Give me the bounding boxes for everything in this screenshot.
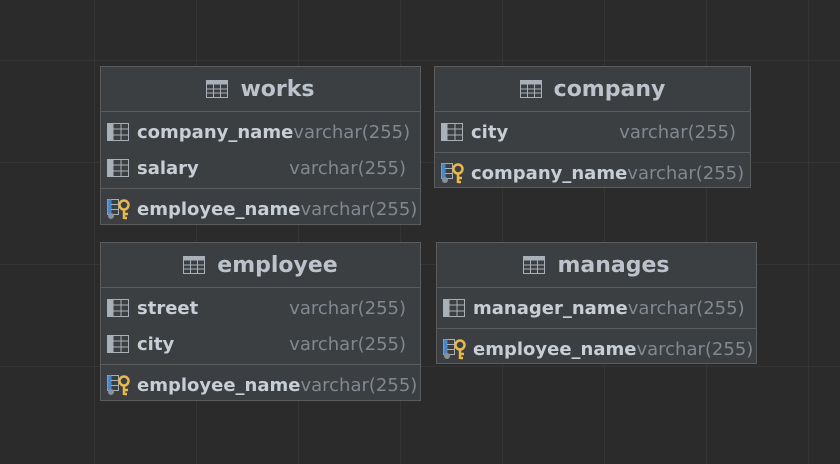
column-name: street [137,297,199,319]
key-column-row[interactable]: employee_name varchar(255) [101,367,420,403]
column-type: varchar(255) [289,297,406,319]
column-name: city [471,121,509,143]
column-type: varchar(255) [627,162,745,184]
table-title: works [240,76,315,102]
table-title: employee [217,252,338,278]
column-type: varchar(255) [289,333,406,355]
employee-table-header[interactable]: employee [101,243,420,288]
key-column-row[interactable]: employee_name varchar(255) [101,191,420,227]
primary-key-column-icon [107,374,133,396]
works-table[interactable]: works company_name varchar(255) salary v… [100,66,421,225]
table-icon [183,256,206,274]
company-table-header[interactable]: company [435,67,750,112]
primary-key-column-icon [441,162,467,184]
column-icon [107,333,133,355]
column-row[interactable]: city varchar(255) [435,114,750,150]
manages-table-header[interactable]: manages [437,243,756,288]
column-name: city [137,333,175,355]
company-table[interactable]: company city varchar(255) company_name v… [434,66,751,188]
column-icon [107,297,133,319]
column-type: varchar(255) [293,121,411,143]
key-column-row[interactable]: company_name varchar(255) [435,155,750,191]
column-icon [441,121,467,143]
column-icon [443,297,469,319]
column-row[interactable]: manager_name varchar(255) [437,290,756,326]
column-row[interactable]: company_name varchar(255) [101,114,420,150]
column-row[interactable]: street varchar(255) [101,290,420,326]
primary-key-column-icon [107,198,133,220]
column-row[interactable]: city varchar(255) [101,326,420,362]
column-type: varchar(255) [300,374,418,396]
column-type: varchar(255) [300,198,418,220]
table-icon [519,80,542,98]
manages-table[interactable]: manages manager_name varchar(255) employ… [436,242,757,364]
column-name: employee_name [137,374,301,396]
column-name: employee_name [137,198,301,220]
table-icon [523,256,546,274]
column-name: employee_name [473,338,637,360]
column-type: varchar(255) [619,121,736,143]
column-type: varchar(255) [289,157,406,179]
employee-table[interactable]: employee street varchar(255) city varcha… [100,242,421,401]
key-column-row[interactable]: employee_name varchar(255) [437,331,756,367]
works-table-header[interactable]: works [101,67,420,112]
table-title: company [553,76,666,102]
column-icon [107,121,133,143]
primary-key-column-icon [443,338,469,360]
table-title: manages [557,252,670,278]
column-name: company_name [471,162,628,184]
column-name: manager_name [473,297,628,319]
table-icon [206,80,229,98]
column-icon [107,157,133,179]
column-row[interactable]: salary varchar(255) [101,150,420,186]
column-type: varchar(255) [636,338,754,360]
column-name: salary [137,157,199,179]
column-type: varchar(255) [627,297,745,319]
column-name: company_name [137,121,294,143]
